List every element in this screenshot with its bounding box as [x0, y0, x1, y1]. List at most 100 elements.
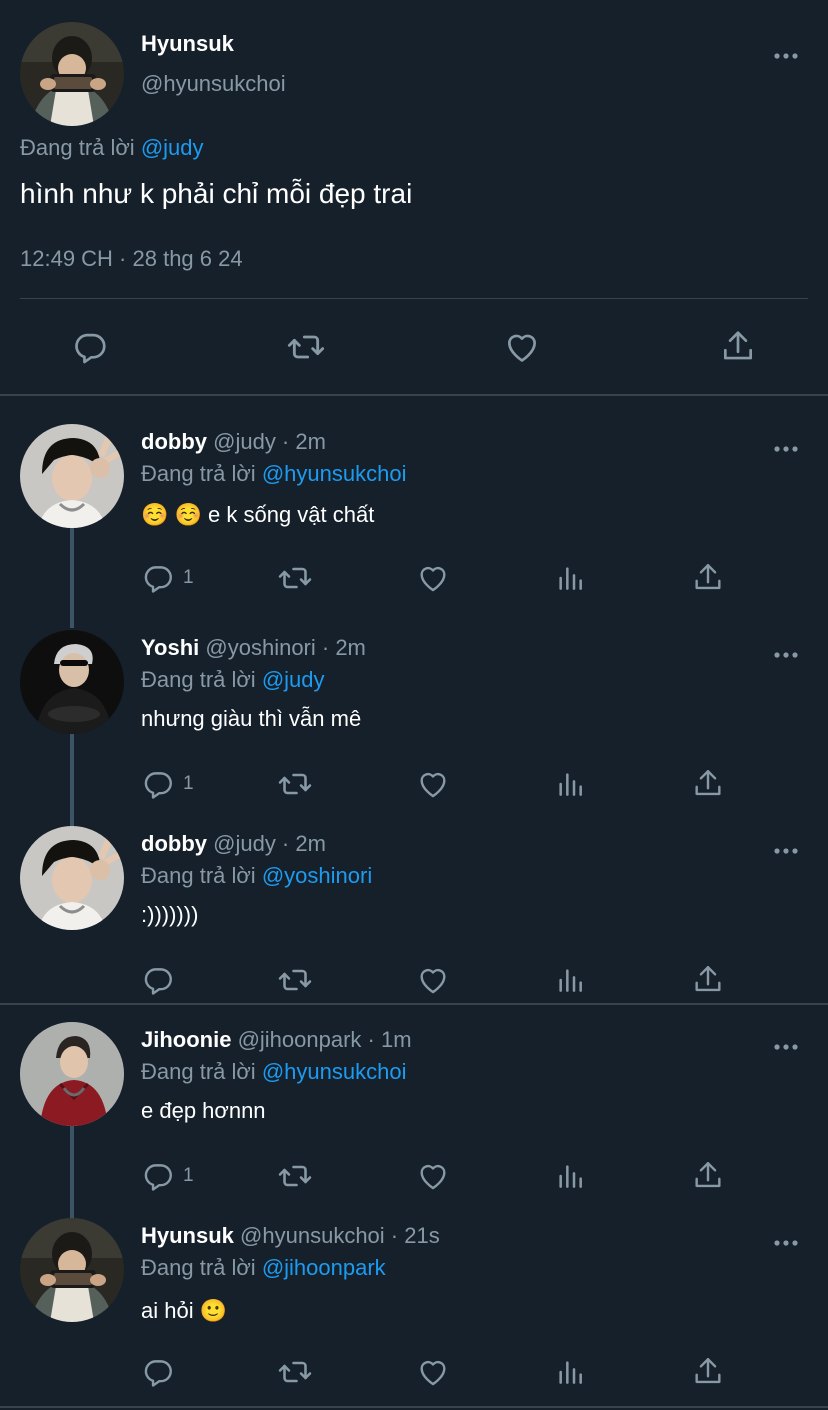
- analytics-icon: [554, 964, 586, 996]
- author-name[interactable]: Hyunsuk: [141, 31, 234, 57]
- heart-icon: [416, 963, 450, 997]
- replying-to: Đang trả lời @judy: [141, 667, 325, 693]
- share-button[interactable]: [691, 561, 725, 595]
- reply-icon: [141, 963, 175, 997]
- tweet-timestamp[interactable]: 12:49 CH · 28 thg 6 24: [20, 246, 243, 272]
- analytics-button[interactable]: [554, 767, 586, 801]
- retweet-button[interactable]: [277, 767, 313, 801]
- heart-icon: [416, 1355, 450, 1389]
- reply-button[interactable]: [141, 1355, 183, 1389]
- share-icon: [691, 1355, 725, 1389]
- author-handle[interactable]: @hyunsukchoi: [141, 71, 286, 97]
- author-name[interactable]: Hyunsuk: [141, 1223, 234, 1248]
- share-button[interactable]: [718, 327, 758, 367]
- share-button[interactable]: [691, 1159, 725, 1193]
- avatar[interactable]: [20, 826, 124, 930]
- tweet-text: hình như k phải chỉ mỗi đẹp trai: [20, 178, 413, 209]
- replying-to: Đang trả lời @hyunsukchoi: [141, 1059, 406, 1085]
- more-icon[interactable]: [772, 840, 800, 862]
- like-button[interactable]: [416, 1159, 450, 1193]
- reply-button[interactable]: [70, 327, 110, 367]
- more-icon[interactable]: [772, 45, 800, 67]
- avatar[interactable]: [20, 1218, 124, 1322]
- replying-to-label: Đang trả lời: [141, 1255, 256, 1280]
- reply-header: dobby @judy · 2m: [141, 429, 326, 455]
- reply-header: dobby @judy · 2m: [141, 831, 326, 857]
- thread-line: [70, 528, 74, 628]
- like-button[interactable]: [416, 963, 450, 997]
- avatar[interactable]: [20, 1022, 124, 1126]
- retweet-icon: [277, 560, 313, 596]
- analytics-button[interactable]: [554, 1159, 586, 1193]
- replying-to-label: Đang trả lời: [141, 1059, 256, 1084]
- divider: [20, 298, 808, 299]
- main-tweet[interactable]: Hyunsuk @hyunsukchoi Đang trả lời @judy …: [0, 0, 828, 395]
- tweet-actions: 1: [141, 767, 741, 801]
- retweet-button[interactable]: [277, 1159, 313, 1193]
- reply-tweet[interactable]: dobby @judy · 2m Đang trả lời @yoshinori…: [0, 826, 828, 1022]
- retweet-icon: [277, 766, 313, 802]
- tweet-actions: 1: [141, 1159, 741, 1193]
- share-button[interactable]: [691, 963, 725, 997]
- author-name[interactable]: dobby: [141, 429, 207, 454]
- author-meta[interactable]: @yoshinori · 2m: [205, 635, 366, 660]
- like-button[interactable]: [502, 327, 542, 367]
- author-name[interactable]: Yoshi: [141, 635, 199, 660]
- reply-button[interactable]: 1: [141, 767, 194, 801]
- retweet-button[interactable]: [286, 327, 326, 367]
- mention-link[interactable]: @hyunsukchoi: [262, 461, 407, 486]
- mention-link[interactable]: @yoshinori: [262, 863, 372, 888]
- more-icon[interactable]: [772, 1232, 800, 1254]
- reply-button[interactable]: 1: [141, 1159, 194, 1193]
- analytics-icon: [554, 1160, 586, 1192]
- author-meta[interactable]: @judy · 2m: [213, 831, 326, 856]
- avatar[interactable]: [20, 22, 124, 126]
- like-button[interactable]: [416, 1355, 450, 1389]
- tweet-actions: [141, 963, 741, 997]
- like-button[interactable]: [416, 561, 450, 595]
- author-meta[interactable]: @jihoonpark · 1m: [238, 1027, 412, 1052]
- retweet-icon: [277, 1354, 313, 1390]
- replying-to-label: Đang trả lời: [20, 135, 135, 160]
- more-icon[interactable]: [772, 644, 800, 666]
- reply-header: Hyunsuk @hyunsukchoi · 21s: [141, 1223, 440, 1249]
- mention-link[interactable]: @judy: [141, 135, 204, 160]
- share-button[interactable]: [691, 1355, 725, 1389]
- tweet-text: e đẹp hơnnn: [141, 1098, 266, 1123]
- like-button[interactable]: [416, 767, 450, 801]
- analytics-button[interactable]: [554, 1355, 586, 1389]
- more-icon[interactable]: [772, 1036, 800, 1058]
- heart-icon: [416, 1159, 450, 1193]
- author-name[interactable]: dobby: [141, 831, 207, 856]
- analytics-button[interactable]: [554, 561, 586, 595]
- replying-to: Đang trả lời @jihoonpark: [141, 1255, 386, 1281]
- author-meta[interactable]: @judy · 2m: [213, 429, 326, 454]
- tweet-thread-page: Hyunsuk @hyunsukchoi Đang trả lời @judy …: [0, 0, 828, 1410]
- reply-tweet[interactable]: Hyunsuk @hyunsukchoi · 21s Đang trả lời …: [0, 1218, 828, 1410]
- analytics-icon: [554, 1356, 586, 1388]
- replying-to-label: Đang trả lời: [141, 461, 256, 486]
- share-icon: [691, 963, 725, 997]
- mention-link[interactable]: @jihoonpark: [262, 1255, 386, 1280]
- heart-icon: [416, 561, 450, 595]
- analytics-button[interactable]: [554, 963, 586, 997]
- retweet-button[interactable]: [277, 1355, 313, 1389]
- retweet-button[interactable]: [277, 561, 313, 595]
- reply-tweet[interactable]: Jihoonie @jihoonpark · 1m Đang trả lời @…: [0, 1022, 828, 1226]
- replying-to: Đang trả lời @judy: [20, 135, 204, 161]
- reply-tweet[interactable]: Yoshi @yoshinori · 2m Đang trả lời @judy…: [0, 630, 828, 834]
- retweet-button[interactable]: [277, 963, 313, 997]
- author-meta[interactable]: @hyunsukchoi · 21s: [240, 1223, 440, 1248]
- author-name[interactable]: Jihoonie: [141, 1027, 231, 1052]
- more-icon[interactable]: [772, 438, 800, 460]
- share-button[interactable]: [691, 767, 725, 801]
- reply-button[interactable]: [141, 963, 183, 997]
- reply-icon: [141, 1355, 175, 1389]
- mention-link[interactable]: @judy: [262, 667, 325, 692]
- reply-icon: [141, 1159, 175, 1193]
- avatar[interactable]: [20, 424, 124, 528]
- reply-button[interactable]: 1: [141, 561, 194, 595]
- avatar[interactable]: [20, 630, 124, 734]
- reply-tweet[interactable]: dobby @judy · 2m Đang trả lời @hyunsukch…: [0, 424, 828, 628]
- mention-link[interactable]: @hyunsukchoi: [262, 1059, 407, 1084]
